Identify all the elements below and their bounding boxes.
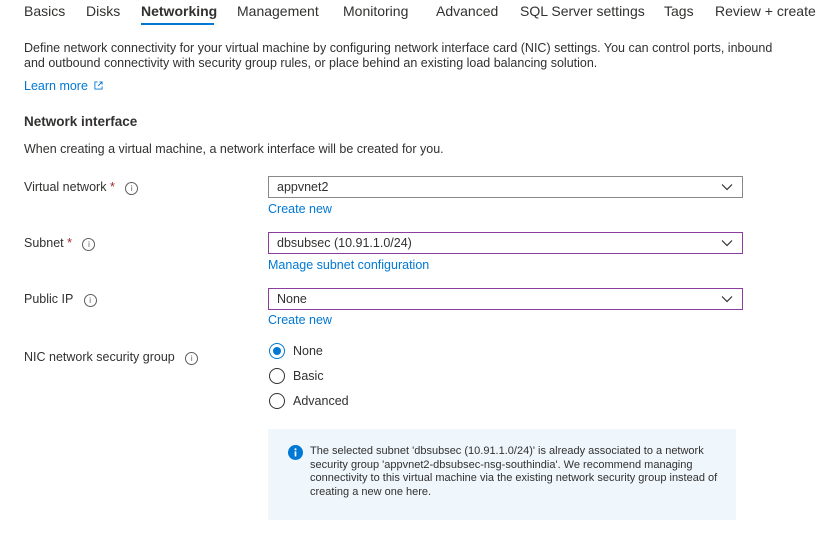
tab-monitoring[interactable]: Monitoring — [343, 3, 408, 19]
chevron-down-icon — [721, 296, 733, 303]
tab-review-create[interactable]: Review + create — [715, 3, 816, 19]
subnet-select[interactable]: dbsubsec (10.91.1.0/24) — [268, 232, 743, 254]
nsg-radio-basic-label: Basic — [293, 369, 324, 383]
tab-networking[interactable]: Networking — [141, 3, 217, 19]
virtual-network-value: appvnet2 — [277, 180, 329, 194]
public-ip-select[interactable]: None — [268, 288, 743, 310]
info-icon[interactable]: i — [185, 352, 199, 365]
chevron-down-icon — [721, 184, 733, 191]
create-new-virtual-network-link[interactable]: Create new — [268, 202, 332, 216]
tab-advanced[interactable]: Advanced — [436, 3, 498, 19]
public-ip-value: None — [277, 292, 307, 306]
create-new-public-ip-link[interactable]: Create new — [268, 313, 332, 327]
section-description: When creating a virtual machine, a netwo… — [24, 142, 444, 156]
chevron-down-icon — [721, 240, 733, 247]
virtual-network-label-text: Virtual network — [24, 180, 107, 194]
virtual-network-select[interactable]: appvnet2 — [268, 176, 743, 198]
subnet-label: Subnet * i — [24, 236, 96, 251]
radio-circle — [269, 393, 285, 409]
wizard-tabs: Basics Disks Networking Management Monit… — [0, 0, 826, 26]
nsg-info-notice-text: The selected subnet 'dbsubsec (10.91.1.0… — [310, 445, 718, 498]
info-icon[interactable]: i — [82, 238, 96, 251]
nic-nsg-label-text: NIC network security group — [24, 350, 175, 364]
required-asterisk: * — [109, 180, 115, 194]
nsg-radio-advanced-label: Advanced — [293, 394, 349, 408]
required-asterisk: * — [67, 236, 72, 250]
public-ip-label-text: Public IP — [24, 292, 74, 306]
tab-disks[interactable]: Disks — [86, 3, 120, 19]
nic-nsg-label: NIC network security group i — [24, 350, 199, 365]
info-icon[interactable]: i — [83, 294, 97, 307]
radio-circle — [269, 368, 285, 384]
learn-more-link[interactable]: Learn more — [24, 79, 103, 93]
virtual-network-label: Virtual network * i — [24, 180, 139, 195]
tab-basics[interactable]: Basics — [24, 3, 65, 19]
intro-description: Define network connectivity for your vir… — [24, 41, 773, 70]
nsg-radio-none-label: None — [293, 344, 323, 358]
info-filled-icon — [288, 445, 303, 460]
section-title-network-interface: Network interface — [24, 114, 138, 129]
info-icon[interactable]: i — [125, 182, 139, 195]
radio-circle — [269, 343, 285, 359]
tab-tags[interactable]: Tags — [664, 3, 694, 19]
active-tab-indicator — [141, 23, 214, 25]
subnet-label-text: Subnet — [24, 236, 64, 250]
tab-sql-server-settings[interactable]: SQL Server settings — [520, 3, 645, 19]
manage-subnet-configuration-link[interactable]: Manage subnet configuration — [268, 258, 429, 272]
subnet-value: dbsubsec (10.91.1.0/24) — [277, 236, 412, 250]
learn-more-label: Learn more — [24, 79, 88, 93]
external-link-icon — [94, 81, 103, 90]
public-ip-label: Public IP i — [24, 292, 97, 307]
nsg-info-notice: The selected subnet 'dbsubsec (10.91.1.0… — [268, 429, 736, 520]
tab-management[interactable]: Management — [237, 3, 319, 19]
